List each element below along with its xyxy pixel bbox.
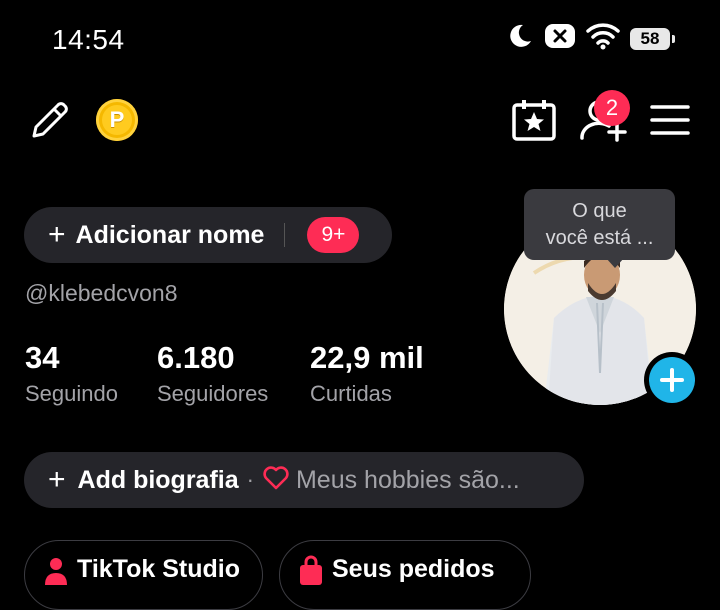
followers-count[interactable]: 6.180 <box>157 340 235 376</box>
shopping-bag-icon <box>298 555 324 590</box>
followers-label[interactable]: Seguidores <box>157 381 268 407</box>
likes-count: 22,9 mil <box>310 340 424 375</box>
menu-icon[interactable] <box>650 104 690 141</box>
following-count[interactable]: 34 <box>25 340 59 376</box>
plus-icon <box>649 357 695 403</box>
likes-label: Curtidas <box>310 381 392 406</box>
status-time: 14:54 <box>52 24 125 55</box>
add-name-button[interactable]: + Adicionar nome 9+ <box>24 207 392 263</box>
add-bio-label: Add biografia <box>77 465 239 494</box>
add-bio-button[interactable]: + Add biografia · Meus hobbies são... <box>24 452 584 508</box>
plus-icon: + <box>48 218 66 251</box>
plus-icon: + <box>48 463 66 496</box>
tooltip-line-2: você está ... <box>545 226 654 249</box>
tooltip-tail <box>606 258 624 268</box>
coin-icon[interactable]: P <box>96 99 138 141</box>
avatar-status-tooltip[interactable]: O que você está ... <box>524 189 675 260</box>
your-orders-button[interactable]: Seus pedidos <box>279 540 531 610</box>
add-avatar-button[interactable] <box>644 352 700 408</box>
bio-separator: · <box>246 467 254 492</box>
your-orders-label: Seus pedidos <box>332 555 495 583</box>
studio-icon <box>43 555 69 590</box>
tiktok-studio-button[interactable]: TikTok Studio <box>24 540 263 610</box>
username: @klebedcvon8 <box>25 280 178 306</box>
divider <box>284 223 286 247</box>
status-icons: 58 <box>506 22 675 55</box>
notification-badge[interactable]: 9+ <box>307 217 360 253</box>
calendar-star-icon[interactable] <box>512 99 556 146</box>
moon-icon <box>506 22 534 55</box>
pencil-icon[interactable] <box>28 98 72 147</box>
wifi-icon <box>586 22 620 55</box>
coin-letter: P <box>102 105 132 135</box>
battery-icon: 58 <box>630 27 675 50</box>
notification-x-icon <box>544 23 576 54</box>
following-label[interactable]: Seguindo <box>25 381 118 407</box>
tooltip-line-1: O que <box>572 199 627 222</box>
heart-icon <box>262 465 290 496</box>
tiktok-studio-label: TikTok Studio <box>77 555 240 583</box>
friend-requests-badge: 2 <box>594 90 630 126</box>
bio-placeholder: Meus hobbies são... <box>295 465 520 494</box>
add-name-label: Adicionar nome <box>75 220 265 249</box>
